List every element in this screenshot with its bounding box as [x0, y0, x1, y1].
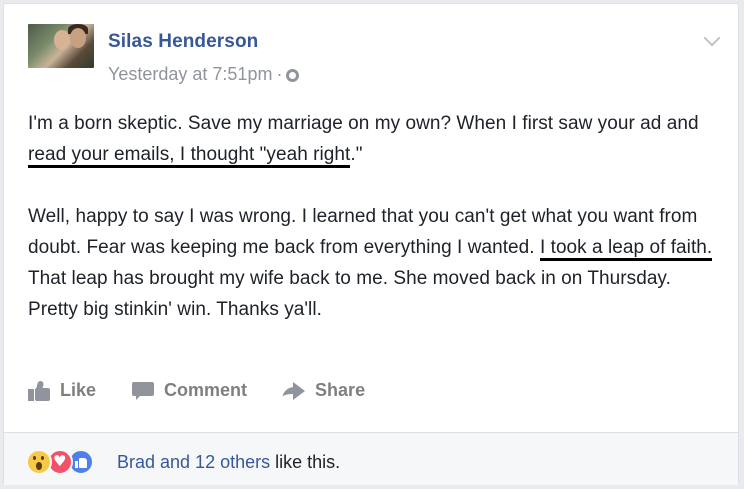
reaction-icons[interactable] [26, 449, 94, 475]
chevron-down-icon[interactable] [703, 29, 721, 47]
post-actions: Like Comment Share [28, 379, 401, 401]
wow-icon[interactable] [26, 449, 52, 475]
comment-label: Comment [164, 380, 248, 400]
reactions-footer: Brad and 12 others like this. [4, 433, 738, 485]
post-paragraph: I'm a born skeptic. Save my marriage on … [28, 108, 718, 170]
share-icon [281, 381, 306, 400]
post-paragraph: Well, happy to say I was wrong. I learne… [28, 201, 718, 325]
meta-separator: · [276, 64, 283, 84]
author-name[interactable]: Silas Henderson [108, 31, 258, 53]
like-button[interactable]: Like [28, 379, 97, 401]
share-button[interactable]: Share [281, 380, 366, 401]
paragraph-text: I'm a born skeptic. Save my marriage on … [28, 113, 699, 134]
share-label: Share [315, 380, 366, 400]
underlined-text: read your emails, I thought "yeah right [28, 144, 351, 168]
paragraph-text: That leap has brought my wife back to me… [28, 268, 671, 320]
avatar-face [70, 28, 86, 48]
paragraph-text: ." [350, 144, 363, 165]
like-icon [28, 379, 50, 401]
post-card: Silas Henderson Yesterday at 7:51pm · I'… [3, 3, 739, 485]
post-meta: Yesterday at 7:51pm · [108, 64, 300, 85]
underlined-text: I took a leap of faith. [539, 237, 713, 261]
post-body: I'm a born skeptic. Save my marriage on … [28, 108, 718, 325]
likes-summary: Brad and 12 others like this. [117, 452, 340, 473]
likes-suffix: like this. [270, 452, 341, 472]
comment-icon [132, 381, 155, 400]
comment-button[interactable]: Comment [132, 380, 247, 401]
like-label: Like [60, 380, 97, 400]
likers-link[interactable]: Brad and 12 others [117, 452, 270, 472]
globe-icon[interactable] [286, 69, 300, 82]
avatar[interactable] [28, 24, 94, 68]
post-timestamp[interactable]: Yesterday at 7:51pm [108, 64, 272, 85]
